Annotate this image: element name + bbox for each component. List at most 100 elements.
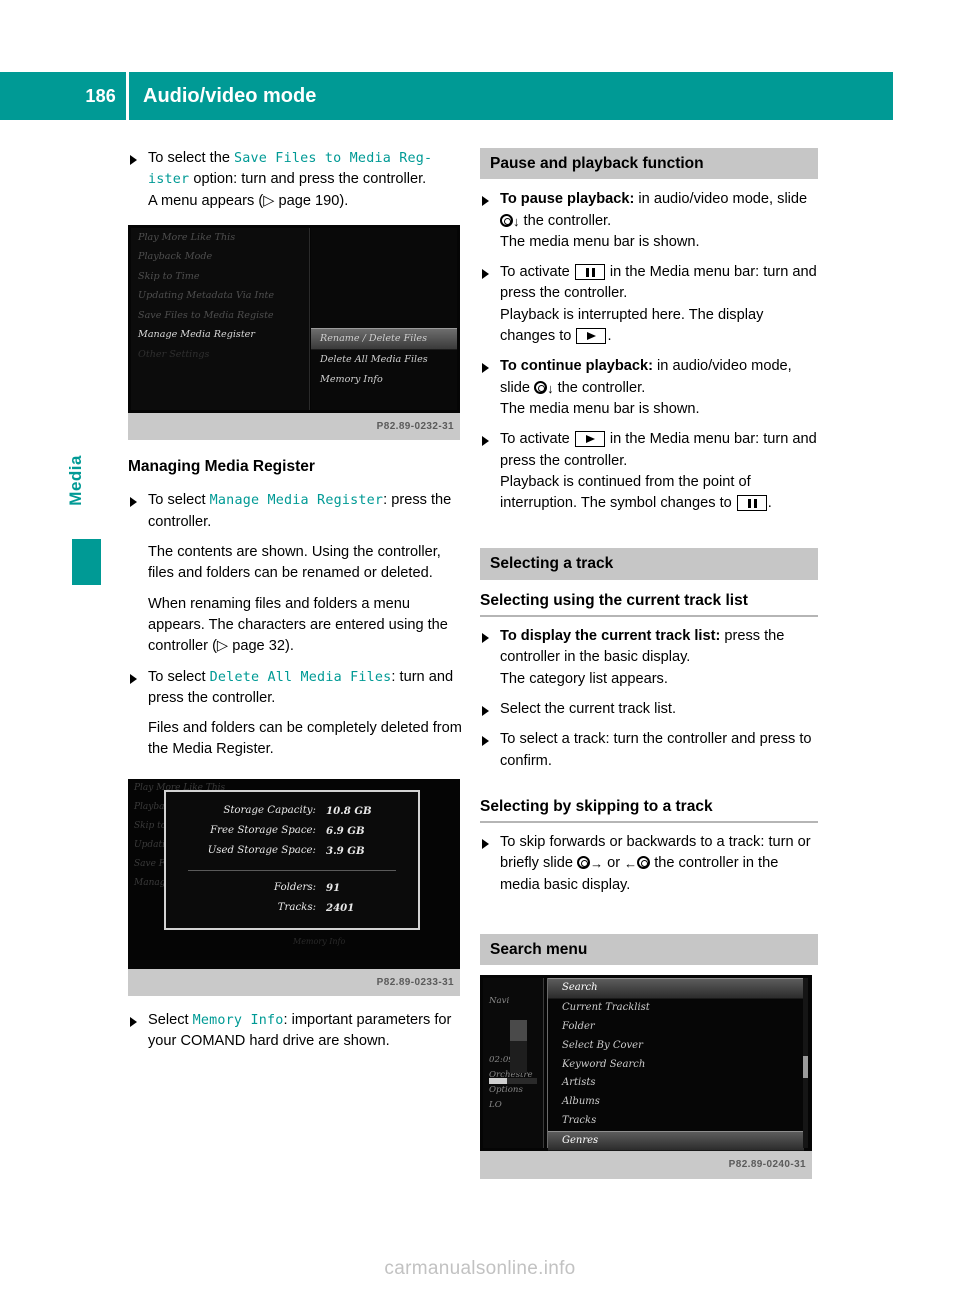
info-value: 10.8 GB	[326, 804, 372, 817]
list-item: Current Tracklist	[562, 1002, 650, 1014]
controller-circle-icon	[637, 856, 651, 870]
comand-screen-search-menu: Navi 02:09 Orchestre Options LO Search C…	[480, 975, 812, 1152]
bullet-delete-all-media-files: To select Delete All Media Files: turn a…	[128, 667, 466, 710]
info-row: Used Storage Space: 3.9 GB	[166, 841, 418, 861]
info-value: 3.9 GB	[326, 844, 365, 857]
bullet-result-text-b: .	[607, 328, 612, 345]
bullet-select-current-track-list: Select the current track list.	[480, 699, 818, 720]
arrow-right-icon: →	[590, 856, 604, 872]
info-label: Storage Capacity:	[223, 804, 316, 816]
list-item: Tracks	[562, 1114, 597, 1126]
list-item: Folder	[562, 1020, 595, 1032]
memory-info-popup: Storage Capacity: 10.8 GB Free Storage S…	[164, 789, 420, 930]
list-item: Artists	[562, 1077, 596, 1089]
info-label: Tracks:	[277, 901, 316, 913]
bullet-lead-text: To activate	[500, 264, 574, 281]
figure-caption: P82.89-0240-31	[480, 1151, 812, 1179]
info-label: Used Storage Space:	[207, 844, 316, 856]
option-name-manage: Manage Media Register	[209, 493, 384, 509]
list-item: Albums	[562, 1096, 600, 1108]
bullet-manage-media-register: To select Manage Media Register: press t…	[128, 490, 466, 533]
bullet-to-continue-playback: To continue playback: in audio/video mod…	[480, 356, 818, 420]
comand-screen-options-menu: Play More Like This Playback Mode Skip t…	[128, 224, 460, 413]
side-item: Options	[489, 1085, 523, 1096]
figure-manage-media-register: Play More Like This Playback Mode Skip t…	[128, 224, 460, 441]
footer-watermark: carmanualsonline.info	[384, 1258, 576, 1279]
bullet-memory-info: Select Memory Info: important parameters…	[128, 1010, 466, 1053]
bullet-tail-text: option: turn and press the controller.	[189, 171, 427, 188]
side-item: LO	[489, 1100, 502, 1111]
menu-item: Manage Media Register	[138, 329, 255, 341]
bullet-result-text-a: Playback is continued from the point of …	[500, 473, 751, 512]
submenu-item: Rename / Delete Files	[311, 327, 457, 350]
ghost-label-memory-info: Memory Info	[293, 936, 346, 946]
page-header: 186 Audio/video mode	[0, 72, 893, 120]
bullet-lead-text: To activate	[500, 431, 574, 448]
info-row: Tracks: 2401	[166, 898, 418, 918]
paragraph-contents-shown: The contents are shown. Using the contro…	[148, 544, 441, 582]
side-tab-media: Media	[62, 455, 90, 511]
volume-knob-indicator	[510, 1020, 527, 1042]
menu-item: Skip to Time	[138, 270, 200, 282]
list-item: Select By Cover	[562, 1039, 643, 1051]
scrollbar[interactable]	[803, 978, 808, 1149]
option-name-delete: Delete All Media Files	[209, 669, 392, 685]
list-item: Keyword Search	[562, 1058, 646, 1070]
pause-button-icon	[736, 495, 767, 512]
volume-knob-track	[510, 1041, 527, 1074]
bullet-activate-pause: To activate in the Media menu bar: turn …	[480, 262, 818, 347]
controller-circle-icon	[577, 856, 591, 870]
cross-reference-page-190: A menu appears (▷ page 190).	[148, 192, 349, 209]
subheading-skipping-to-track: Selecting by skipping to a track	[480, 796, 818, 824]
bullet-to-pause-playback: To pause playback: in audio/video mode, …	[480, 189, 818, 253]
play-button-icon	[574, 431, 605, 448]
option-name-line2: ister	[148, 172, 190, 188]
search-menu-list: Search Current Tracklist Folder Select B…	[547, 978, 805, 1152]
bullet-bold-lead: To continue playback:	[500, 358, 653, 375]
info-value: 91	[326, 881, 341, 894]
paragraph-renaming-menu: When renaming files and folders a menu a…	[148, 595, 448, 655]
bullet-skip-track: To skip forwards or backwards to a track…	[480, 832, 818, 896]
bullet-lead-text: To select	[148, 668, 206, 685]
info-value: 2401	[326, 901, 355, 914]
menu-item: Playback Mode	[138, 251, 213, 263]
screen-side-column: Navi 02:09 Orchestre Options LO	[483, 978, 544, 1149]
info-label: Folders:	[274, 881, 316, 893]
bullet-lead-text: To select	[148, 492, 206, 509]
page-number: 186	[0, 72, 126, 120]
popup-divider	[188, 869, 396, 871]
side-tab-marker	[72, 539, 101, 585]
bullet-select-a-track: To select a track: turn the controller a…	[480, 729, 818, 772]
figure-caption: P82.89-0232-31	[128, 412, 460, 441]
info-row: Storage Capacity: 10.8 GB	[166, 801, 418, 821]
info-row: Folders: 91	[166, 878, 418, 898]
menu-item: Updating Metadata Via Inte	[138, 290, 275, 302]
bullet-lead-text: To select the	[148, 150, 230, 166]
figure-caption: P82.89-0233-31	[128, 968, 460, 997]
bullet-result-text: The category list appears.	[500, 670, 668, 687]
list-item: Search	[548, 978, 804, 1000]
bullet-result-text: The media menu bar is shown.	[500, 400, 700, 417]
side-tab-label: Media	[66, 455, 85, 506]
bullet-bold-lead: To display the current track list:	[500, 628, 721, 645]
heading-managing-media-register: Managing Media Register	[128, 458, 315, 476]
paragraph-delete-result: Files and folders can be completely dele…	[148, 720, 462, 758]
left-column: To select the Save Files to Media Reg- i…	[128, 148, 466, 1053]
submenu-item: Memory Info	[320, 373, 383, 385]
option-name-line1: Save Files to Media Reg-	[234, 151, 433, 166]
bullet-result-text-a: Playback is interrupted here. The displa…	[500, 306, 764, 345]
seek-bar	[489, 1078, 537, 1085]
pause-button-icon	[574, 264, 605, 281]
list-item: Genres	[548, 1130, 804, 1152]
section-bar-pause-playback: Pause and playback function	[480, 148, 818, 180]
figure-search-menu: Navi 02:09 Orchestre Options LO Search C…	[480, 975, 812, 1179]
screen-right-submenu: Rename / Delete Files Delete All Media F…	[311, 227, 457, 410]
info-value: 6.9 GB	[326, 824, 365, 837]
subheading-current-track-list: Selecting using the current track list	[480, 590, 818, 618]
info-label: Free Storage Space:	[210, 824, 316, 836]
bullet-display-track-list: To display the current track list: press…	[480, 626, 818, 690]
comand-screen-memory-info: Play More Like This Playback Mode Skip t…	[128, 778, 460, 969]
bullet-result-text-b: .	[767, 495, 772, 512]
info-row: Free Storage Space: 6.9 GB	[166, 821, 418, 841]
section-bar-selecting-track: Selecting a track	[480, 548, 818, 580]
